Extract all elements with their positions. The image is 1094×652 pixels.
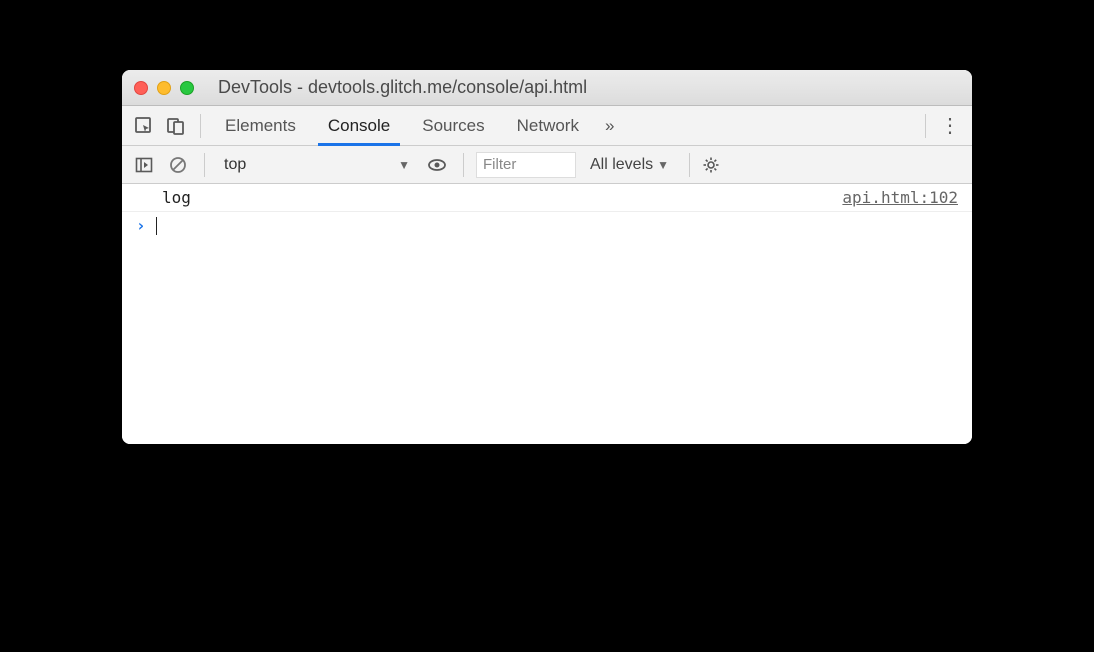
tab-elements[interactable]: Elements bbox=[211, 106, 310, 146]
toolbar-divider bbox=[204, 153, 205, 177]
tab-sources[interactable]: Sources bbox=[408, 106, 498, 146]
context-selector[interactable]: top ▼ bbox=[217, 153, 417, 177]
titlebar: DevTools - devtools.glitch.me/console/ap… bbox=[122, 70, 972, 106]
chevron-down-icon: ▼ bbox=[398, 158, 410, 172]
clear-console-icon[interactable] bbox=[164, 151, 192, 179]
chevron-down-icon: ▼ bbox=[657, 158, 669, 172]
tab-network[interactable]: Network bbox=[503, 106, 593, 146]
log-levels-selector[interactable]: All levels ▼ bbox=[582, 156, 677, 174]
zoom-window-button[interactable] bbox=[180, 81, 194, 95]
filter-input[interactable] bbox=[476, 152, 576, 178]
tabs-overflow[interactable]: » bbox=[597, 106, 622, 146]
console-toolbar: top ▼ All levels ▼ bbox=[122, 146, 972, 184]
console-settings-icon[interactable] bbox=[702, 156, 730, 174]
console-log-row: log api.html:102 bbox=[122, 184, 972, 212]
log-message: log bbox=[162, 188, 191, 207]
live-expression-icon[interactable] bbox=[423, 151, 451, 179]
device-toggle-icon[interactable] bbox=[162, 112, 190, 140]
toggle-sidebar-icon[interactable] bbox=[130, 151, 158, 179]
toolbar-divider bbox=[925, 114, 926, 138]
toolbar-divider bbox=[689, 153, 690, 177]
inspect-element-icon[interactable] bbox=[130, 112, 158, 140]
prompt-caret-icon: › bbox=[136, 216, 146, 235]
toolbar-divider bbox=[200, 114, 201, 138]
context-selector-label: top bbox=[224, 156, 246, 174]
text-cursor bbox=[156, 217, 157, 235]
tab-console[interactable]: Console bbox=[314, 106, 404, 146]
minimize-window-button[interactable] bbox=[157, 81, 171, 95]
window-title: DevTools - devtools.glitch.me/console/ap… bbox=[202, 77, 960, 98]
log-levels-label: All levels bbox=[590, 156, 653, 174]
close-window-button[interactable] bbox=[134, 81, 148, 95]
toolbar-divider bbox=[463, 153, 464, 177]
console-prompt[interactable]: › bbox=[122, 212, 972, 239]
log-source-link[interactable]: api.html:102 bbox=[842, 188, 958, 207]
devtools-window: DevTools - devtools.glitch.me/console/ap… bbox=[122, 70, 972, 444]
more-options-icon[interactable]: ⋮ bbox=[936, 116, 964, 136]
main-toolbar: Elements Console Sources Network » ⋮ bbox=[122, 106, 972, 146]
console-body: log api.html:102 › bbox=[122, 184, 972, 444]
traffic-lights bbox=[134, 81, 194, 95]
